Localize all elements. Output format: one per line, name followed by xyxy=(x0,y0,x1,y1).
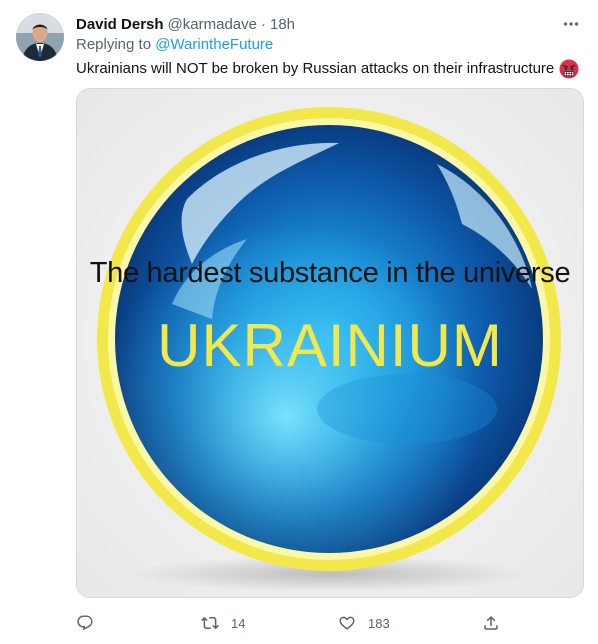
angry-face-emoji-icon xyxy=(559,59,579,79)
heart-icon xyxy=(339,616,355,630)
meme-caption-line2: UKRAINIUM xyxy=(157,312,503,379)
replying-to-link[interactable]: @WarintheFuture xyxy=(155,36,273,53)
author-name[interactable]: David Dersh xyxy=(76,16,164,33)
like-button[interactable]: 183 xyxy=(338,610,390,636)
more-options-button[interactable] xyxy=(556,10,586,38)
more-horizontal-icon xyxy=(563,22,579,26)
like-count: 183 xyxy=(368,615,390,631)
tweet-text: Ukrainians will NOT be broken by Russian… xyxy=(76,60,555,77)
share-button[interactable] xyxy=(482,610,512,636)
share-icon xyxy=(484,615,498,630)
tweet-image[interactable]: The hardest substance in the universe UK… xyxy=(76,88,584,598)
retweet-button[interactable]: 14 xyxy=(201,610,245,636)
retweet-icon xyxy=(201,616,219,630)
avatar-image xyxy=(16,13,64,61)
tweet-text-container: Ukrainians will NOT be broken by Russian… xyxy=(76,59,579,79)
replying-prefix: Replying to xyxy=(76,36,156,53)
tweet-actions: 14 183 xyxy=(76,610,584,636)
reply-button[interactable] xyxy=(76,610,106,636)
author-handle[interactable]: @karmadave xyxy=(168,16,257,33)
retweet-count: 14 xyxy=(231,615,246,631)
tweet-header: David Dersh @karmadave · 18h xyxy=(76,14,295,34)
tweet-timestamp[interactable]: 18h xyxy=(270,16,295,33)
replying-to: Replying to @WarintheFuture xyxy=(76,36,273,53)
meme-caption-line1: The hardest substance in the universe xyxy=(89,257,571,289)
tweet[interactable]: David Dersh @karmadave · 18h Replying to… xyxy=(0,0,598,644)
separator-dot: · xyxy=(260,15,266,33)
reply-icon xyxy=(77,615,93,631)
avatar[interactable] xyxy=(16,13,64,61)
